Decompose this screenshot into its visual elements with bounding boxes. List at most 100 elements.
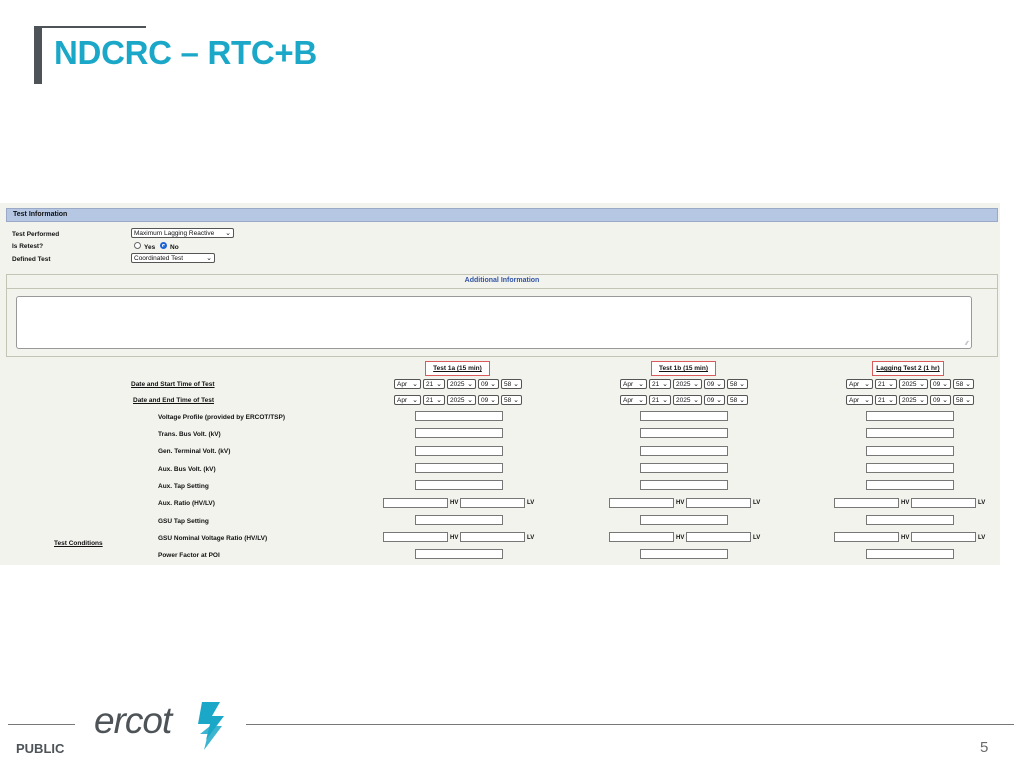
test-1b-end-minute[interactable]: 58 ⌄: [727, 395, 748, 405]
test-1b-end-month[interactable]: Apr ⌄: [620, 395, 647, 405]
test-1a-start-minute[interactable]: 58 ⌄: [501, 379, 522, 389]
test-1a-aux-bus-volt-input[interactable]: [415, 463, 503, 473]
test-1a-trans-bus-volt-input[interactable]: [415, 428, 503, 438]
test-1a-end-day[interactable]: 21 ⌄: [423, 395, 445, 405]
day-value: 21: [652, 397, 660, 404]
chevron-down-icon: ⌄: [942, 381, 948, 388]
lagging-2-end-month[interactable]: Apr ⌄: [846, 395, 873, 405]
test-1b-start-month[interactable]: Apr ⌄: [620, 379, 647, 389]
test-1b-start-hour[interactable]: 09 ⌄: [704, 379, 725, 389]
lagging-2-aux-ratio-lv-input[interactable]: [911, 498, 976, 508]
hv-unit: HV: [450, 535, 459, 541]
test-1b-aux-bus-volt-input[interactable]: [640, 463, 728, 473]
defined-test-select[interactable]: Coordinated Test ⌄: [131, 253, 215, 263]
test-1a-start-year[interactable]: 2025 ⌄: [447, 379, 476, 389]
lagging-2-aux-ratio-hv-input[interactable]: [834, 498, 899, 508]
test-1b-start-year[interactable]: 2025 ⌄: [673, 379, 702, 389]
test-1b-end-hour[interactable]: 09 ⌄: [704, 395, 725, 405]
lagging-2-start-hour[interactable]: 09 ⌄: [930, 379, 951, 389]
lagging-2-aux-bus-volt-input[interactable]: [866, 463, 954, 473]
additional-information-textarea[interactable]: ∕∕: [16, 296, 972, 349]
lagging-2-gsu-ratio-lv-input[interactable]: [911, 532, 976, 542]
lagging-2-end-minute[interactable]: 58 ⌄: [953, 395, 974, 405]
lagging-2-aux-tap-setting-input[interactable]: [866, 480, 954, 490]
retest-no-radio[interactable]: [160, 242, 167, 249]
test-1a-end-month[interactable]: Apr ⌄: [394, 395, 421, 405]
test-1a-gsu-ratio-hv-input[interactable]: [383, 532, 448, 542]
minute-value: 58: [730, 381, 738, 388]
test-1b-end-day[interactable]: 21 ⌄: [649, 395, 671, 405]
lagging-2-start-minute[interactable]: 58 ⌄: [953, 379, 974, 389]
test-performed-select[interactable]: Maximum Lagging Reactive ⌄: [131, 228, 234, 238]
hour-value: 09: [481, 381, 489, 388]
test-1b-power-factor-input[interactable]: [640, 549, 728, 559]
chevron-down-icon: ⌄: [490, 381, 496, 388]
lagging-2-trans-bus-volt-input[interactable]: [866, 428, 954, 438]
retest-no-label: No: [170, 244, 179, 251]
test-1b-start-day[interactable]: 21 ⌄: [649, 379, 671, 389]
test-1b-aux-ratio-lv-input[interactable]: [686, 498, 751, 508]
lv-unit: LV: [753, 500, 761, 506]
test-1a-aux-tap-setting-input[interactable]: [415, 480, 503, 490]
retest-yes-radio[interactable]: [134, 242, 141, 249]
aux-tap-setting-label: Aux. Tap Setting: [158, 483, 209, 490]
lagging-2-gsu-ratio-hv-input[interactable]: [834, 532, 899, 542]
defined-test-value: Coordinated Test: [134, 255, 184, 262]
lagging-2-voltage-profile-input[interactable]: [866, 411, 954, 421]
chevron-down-icon: ⌄: [490, 397, 496, 404]
test-1a-gsu-ratio-lv-input[interactable]: [460, 532, 525, 542]
ercot-logo-icon: [198, 702, 224, 750]
test-1a-start-day[interactable]: 21 ⌄: [423, 379, 445, 389]
test-1b-gen-terminal-volt-input[interactable]: [640, 446, 728, 456]
lagging-2-end-hour[interactable]: 09 ⌄: [930, 395, 951, 405]
lagging-2-gen-terminal-volt-input[interactable]: [866, 446, 954, 456]
lagging-2-start-year[interactable]: 2025 ⌄: [899, 379, 928, 389]
resize-grip-icon[interactable]: ∕∕: [966, 341, 968, 347]
trans-bus-volt-label: Trans. Bus Volt. (kV): [158, 431, 221, 438]
gsu-nominal-ratio-label: GSU Nominal Voltage Ratio (HV/LV): [158, 535, 268, 542]
public-label: PUBLIC: [16, 741, 65, 756]
lagging-2-start-month[interactable]: Apr ⌄: [846, 379, 873, 389]
test-1b-header: Test 1b (15 min): [651, 361, 716, 376]
lagging-2-end-day[interactable]: 21 ⌄: [875, 395, 897, 405]
gsu-tap-setting-label: GSU Tap Setting: [158, 518, 209, 525]
test-1b-aux-ratio-hv-input[interactable]: [609, 498, 674, 508]
test-1b-end-year[interactable]: 2025 ⌄: [673, 395, 702, 405]
month-value: Apr: [397, 381, 408, 388]
chevron-down-icon: ⌄: [919, 397, 925, 404]
hv-unit: HV: [901, 535, 910, 541]
gen-terminal-volt-label: Gen. Terminal Volt. (kV): [158, 448, 231, 455]
test-1a-aux-ratio-hv-input[interactable]: [383, 498, 448, 508]
is-retest-label: Is Retest?: [12, 243, 44, 250]
lagging-2-power-factor-input[interactable]: [866, 549, 954, 559]
test-1b-gsu-ratio-hv-input[interactable]: [609, 532, 674, 542]
lagging-2-start-day[interactable]: 21 ⌄: [875, 379, 897, 389]
test-1a-end-year[interactable]: 2025 ⌄: [447, 395, 476, 405]
test-1a-end-hour[interactable]: 09 ⌄: [478, 395, 499, 405]
chevron-down-icon: ⌄: [412, 381, 418, 388]
test-1b-aux-tap-setting-input[interactable]: [640, 480, 728, 490]
chevron-down-icon: ⌄: [864, 397, 870, 404]
lv-unit: LV: [527, 500, 535, 506]
test-1b-gsu-tap-setting-input[interactable]: [640, 515, 728, 525]
test-1b-gsu-ratio-lv-input[interactable]: [686, 532, 751, 542]
test-1a-gsu-tap-setting-input[interactable]: [415, 515, 503, 525]
test-1b-voltage-profile-input[interactable]: [640, 411, 728, 421]
test-1a-voltage-profile-input[interactable]: [415, 411, 503, 421]
minute-value: 58: [730, 397, 738, 404]
test-1b-trans-bus-volt-input[interactable]: [640, 428, 728, 438]
test-1a-end-minute[interactable]: 58 ⌄: [501, 395, 522, 405]
test-1b-start-minute[interactable]: 58 ⌄: [727, 379, 748, 389]
test-1a-aux-ratio-lv-input[interactable]: [460, 498, 525, 508]
title-accent-bar: [34, 26, 42, 84]
test-1a-power-factor-input[interactable]: [415, 549, 503, 559]
hv-unit: HV: [901, 500, 910, 506]
lagging-2-end-year[interactable]: 2025 ⌄: [899, 395, 928, 405]
test-1a-start-month[interactable]: Apr ⌄: [394, 379, 421, 389]
lagging-2-gsu-tap-setting-input[interactable]: [866, 515, 954, 525]
chevron-down-icon: ⌄: [467, 381, 473, 388]
test-1a-start-hour[interactable]: 09 ⌄: [478, 379, 499, 389]
test-1a-gen-terminal-volt-input[interactable]: [415, 446, 503, 456]
lagging-test-2-header: Lagging Test 2 (1 hr): [872, 361, 944, 376]
aux-ratio-label: Aux. Ratio (HV/LV): [158, 500, 215, 507]
